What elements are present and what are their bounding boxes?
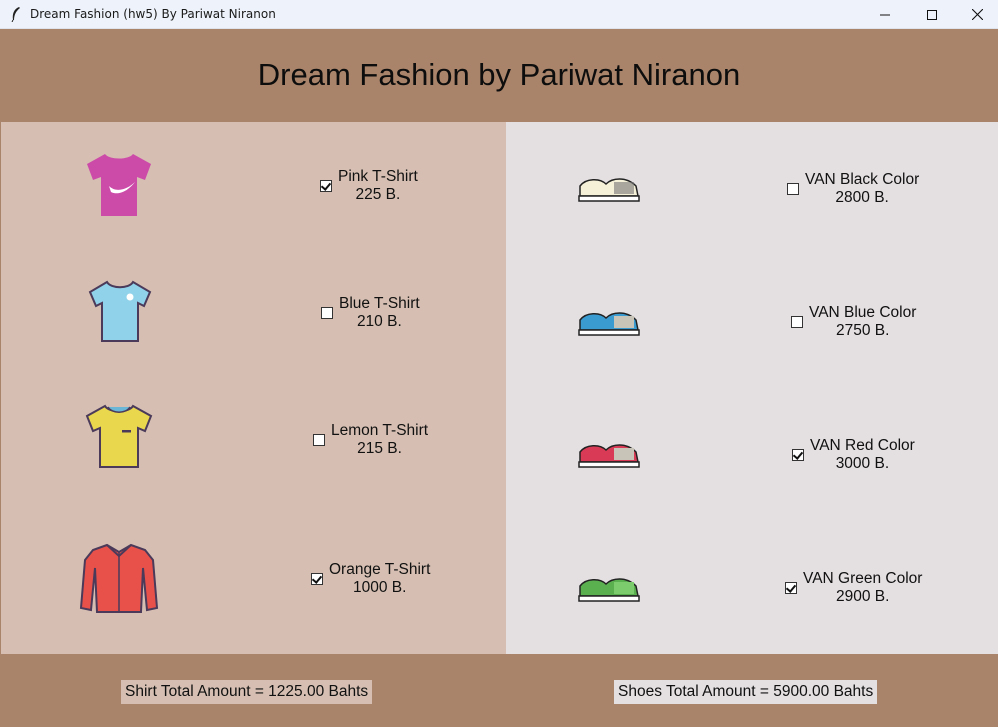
pink-tshirt-label: Pink T-Shirt 225 B.	[338, 168, 418, 204]
window-titlebar: Dream Fashion (hw5) By Pariwat Niranon	[0, 0, 998, 29]
orange-shirt-checkbox[interactable]	[311, 573, 323, 585]
blue-tshirt-icon	[88, 280, 152, 342]
van-blue-label: VAN Blue Color 2750 B.	[809, 304, 916, 340]
van-green-checkbox[interactable]	[785, 582, 797, 594]
van-blue-checkbox[interactable]	[791, 316, 803, 328]
blue-tshirt-name: Blue T-Shirt	[339, 295, 420, 312]
van-black-shoe-icon	[578, 178, 640, 202]
blue-tshirt-checkbox[interactable]	[321, 307, 333, 319]
van-red-checkbox[interactable]	[792, 449, 804, 461]
van-black-checkbox[interactable]	[787, 183, 799, 195]
van-blue-shoe-icon	[578, 312, 640, 336]
pink-tshirt-checkbox[interactable]	[320, 180, 332, 192]
close-button[interactable]	[954, 0, 998, 29]
close-icon	[971, 9, 983, 20]
minimize-icon	[880, 14, 890, 15]
maximize-button[interactable]	[909, 0, 955, 29]
window-title: Dream Fashion (hw5) By Pariwat Niranon	[30, 7, 276, 21]
van-red-price: 3000 B.	[835, 455, 890, 472]
lemon-tshirt-icon	[85, 404, 153, 468]
van-black-name: VAN Black Color	[805, 171, 920, 188]
van-green-name: VAN Green Color	[803, 570, 923, 587]
page-title: Dream Fashion by Pariwat Niranon	[257, 57, 741, 92]
lemon-tshirt-checkbox[interactable]	[313, 434, 325, 446]
van-green-shoe-icon	[578, 578, 640, 602]
shirts-panel: Pink T-Shirt 225 B. Blue T-Shirt 210 B. …	[1, 122, 506, 654]
van-red-label: VAN Red Color 3000 B.	[810, 437, 915, 473]
pink-tshirt-price: 225 B.	[355, 186, 401, 203]
van-red-name: VAN Red Color	[810, 437, 915, 454]
orange-shirt-price: 1000 B.	[352, 579, 407, 596]
shoes-panel: VAN Black Color 2800 B. VAN Blue Color 2…	[506, 122, 998, 654]
van-black-price: 2800 B.	[835, 189, 889, 206]
pink-tshirt-icon	[87, 154, 151, 216]
van-blue-price: 2750 B.	[835, 322, 890, 339]
footer-band: Shirt Total Amount = 1225.00 Bahts Shoes…	[0, 654, 998, 727]
van-red-shoe-icon	[578, 444, 640, 468]
van-black-label: VAN Black Color 2800 B.	[805, 171, 919, 207]
shoes-total-label: Shoes Total Amount = 5900.00 Bahts	[614, 680, 878, 704]
pink-tshirt-name: Pink T-Shirt	[338, 168, 418, 185]
blue-tshirt-label: Blue T-Shirt 210 B.	[339, 295, 420, 331]
blue-tshirt-price: 210 B.	[356, 313, 402, 330]
orange-shirt-icon	[79, 543, 159, 613]
header-band: Dream Fashion by Pariwat Niranon	[0, 29, 998, 122]
van-blue-name: VAN Blue Color	[809, 304, 917, 321]
shirt-total-label: Shirt Total Amount = 1225.00 Bahts	[121, 680, 373, 704]
lemon-tshirt-name: Lemon T-Shirt	[331, 422, 429, 439]
lemon-tshirt-price: 215 B.	[357, 440, 402, 457]
maximize-icon	[927, 9, 937, 20]
van-green-label: VAN Green Color 2900 B.	[803, 570, 922, 606]
feather-app-icon	[11, 7, 20, 22]
orange-shirt-name: Orange T-Shirt	[329, 561, 431, 578]
lemon-tshirt-label: Lemon T-Shirt 215 B.	[331, 422, 428, 458]
minimize-button[interactable]	[862, 0, 908, 29]
van-green-price: 2900 B.	[836, 588, 890, 605]
orange-shirt-label: Orange T-Shirt 1000 B.	[329, 561, 430, 597]
